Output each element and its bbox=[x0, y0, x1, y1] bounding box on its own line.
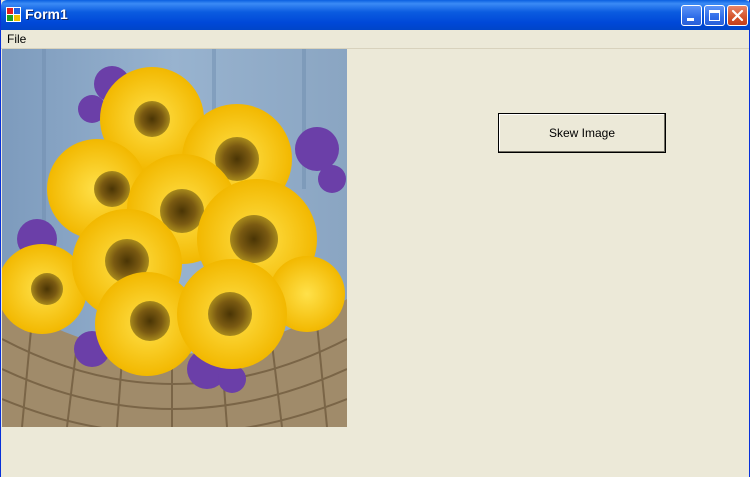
menu-bar: File bbox=[1, 30, 749, 49]
title-bar[interactable]: Form1 bbox=[1, 0, 750, 30]
menu-file[interactable]: File bbox=[7, 32, 26, 46]
minimize-button[interactable] bbox=[681, 5, 702, 26]
close-icon bbox=[731, 9, 744, 22]
app-window: Form1 File Skew Image bbox=[0, 0, 750, 477]
window-title: Form1 bbox=[25, 6, 68, 22]
skew-image-button[interactable]: Skew Image bbox=[498, 113, 666, 153]
sunflower-picture bbox=[2, 49, 347, 427]
close-button[interactable] bbox=[727, 5, 748, 26]
maximize-icon bbox=[709, 10, 720, 21]
maximize-button[interactable] bbox=[704, 5, 725, 26]
minimize-icon bbox=[687, 18, 694, 21]
form-icon bbox=[6, 7, 21, 22]
